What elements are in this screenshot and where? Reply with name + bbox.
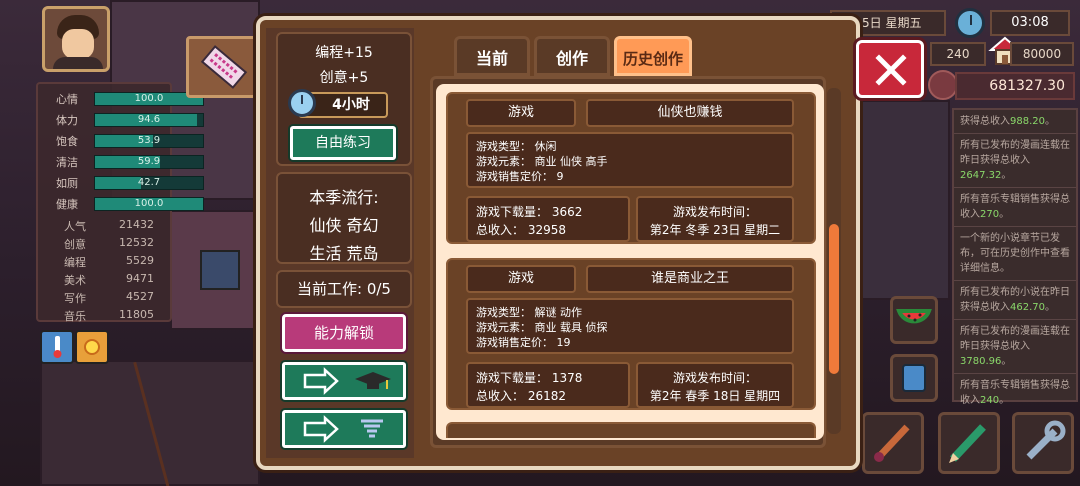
tornado-icon xyxy=(361,419,383,438)
tab-current[interactable]: 当前 xyxy=(454,36,530,76)
watermelon-icon[interactable] xyxy=(890,296,938,344)
travel-button[interactable] xyxy=(282,410,406,448)
stat-label: 饱食 xyxy=(56,135,78,148)
close-icon xyxy=(875,54,907,86)
stat-label: 心情 xyxy=(56,93,78,106)
study-button[interactable] xyxy=(282,362,406,400)
phone-icon[interactable] xyxy=(890,354,938,402)
event-log[interactable]: 获得总收入988.20。 所有已发布的漫画连载在昨日获得总收入2647.32。 … xyxy=(952,108,1078,406)
ability-unlock-button[interactable]: 能力解锁 xyxy=(282,314,406,352)
keyboard-tab[interactable] xyxy=(186,36,262,98)
graduation-cap-icon xyxy=(355,372,391,389)
log-entry: 所有已发布的小说在昨日获得总收入462.70。 xyxy=(954,281,1076,320)
close-button[interactable] xyxy=(856,40,924,98)
keyboard-icon xyxy=(200,45,248,89)
scrollbar-thumb[interactable] xyxy=(829,224,839,374)
stat-label: 体力 xyxy=(56,114,78,127)
brush-icon[interactable] xyxy=(862,412,924,474)
entry-details: 游戏类型： 休闲 游戏元素： 商业 仙侠 高手 游戏销售定价： 9 xyxy=(466,132,794,188)
player-avatar[interactable] xyxy=(42,6,110,72)
stat-bar-toilet: 如厕 42.7 xyxy=(38,174,204,192)
resource-counter-2: 80000 xyxy=(1010,42,1074,66)
gain-creativity: 创意+5 xyxy=(319,70,369,86)
thermometer-icon[interactable] xyxy=(40,330,74,364)
player-stats-panel: 心情 100.0 体力 94.6 饱食 53.9 清洁 59.9 如厕 42.7… xyxy=(36,82,204,323)
log-entry: 获得总收入988.20。 xyxy=(954,110,1076,134)
log-entry: 所有音乐专辑销售获得总收入240。 xyxy=(960,380,1070,406)
attr-art: 美术 9471 xyxy=(64,272,154,287)
entry-downloads: 游戏下载量： 1378 xyxy=(476,371,583,385)
attr-music: 音乐 11805 xyxy=(64,308,154,323)
trend-title: 本季流行: xyxy=(309,188,379,207)
free-practice-button[interactable]: 自由练习 xyxy=(290,126,396,160)
money-display: 681327.30 xyxy=(955,72,1075,100)
entry-sales: 游戏下载量： 1378 总收入： 26182 xyxy=(466,362,630,408)
stat-bar-health: 健康 100.0 xyxy=(38,195,204,213)
sun-icon[interactable] xyxy=(75,330,109,364)
attr-writing: 写作 4527 xyxy=(64,290,154,305)
attr-programming: 编程 5529 xyxy=(64,254,154,269)
pencil-icon[interactable] xyxy=(938,412,1000,474)
entry-type: 游戏类型： 休闲 xyxy=(476,140,557,153)
current-work-card: 当前工作: 0/5 xyxy=(276,270,412,308)
entry-category: 游戏 xyxy=(466,99,576,127)
entry-elements: 游戏元素： 商业 载具 侦探 xyxy=(476,321,608,334)
resource-counter-1: 240 xyxy=(930,42,986,66)
season-trend-card: 本季流行: 仙侠 奇幻 生活 荒岛 xyxy=(276,172,412,264)
gain-programming: 编程+15 xyxy=(315,45,373,61)
history-entry: 游戏 仙侠也赚钱 游戏类型： 休闲 游戏元素： 商业 仙侠 高手 游戏销售定价：… xyxy=(446,92,816,244)
stat-bar-cleanliness: 清洁 59.9 xyxy=(38,153,204,171)
arrow-right-icon xyxy=(303,367,339,395)
entry-income: 总收入： 32958 xyxy=(476,223,566,237)
entry-downloads: 游戏下载量： 3662 xyxy=(476,205,583,219)
log-entry: 所有音乐专辑销售获得总收入270。 xyxy=(954,188,1076,227)
history-entry-partial xyxy=(446,422,816,438)
background-window xyxy=(200,250,240,290)
log-entry: 一个新的小说章节已发布，可在历史创作中查看详细信息。 xyxy=(954,227,1076,281)
entry-price: 游戏销售定价： 19 xyxy=(476,336,571,349)
trend-line-1: 仙侠 奇幻 xyxy=(309,216,379,235)
entry-release-date: 第2年 冬季 23日 星期二 xyxy=(649,223,781,237)
stat-bar-mood: 心情 100.0 xyxy=(38,90,204,108)
stat-label: 健康 xyxy=(56,198,78,211)
stat-label: 如厕 xyxy=(56,177,78,190)
tab-creation[interactable]: 创作 xyxy=(534,36,610,76)
stat-value: 42.7 xyxy=(137,177,161,188)
entry-sales: 游戏下载量： 3662 总收入： 32958 xyxy=(466,196,630,242)
entry-elements: 游戏元素： 商业 仙侠 高手 xyxy=(476,155,608,168)
wrench-icon[interactable] xyxy=(1012,412,1074,474)
entry-release-date: 第2年 春季 18日 星期四 xyxy=(649,389,781,403)
entry-type: 游戏类型： 解谜 动作 xyxy=(476,306,582,319)
entry-income: 总收入： 26182 xyxy=(476,389,566,403)
arrow-right-icon xyxy=(303,415,339,443)
attr-popularity: 人气 21432 xyxy=(64,218,154,233)
stat-label: 清洁 xyxy=(56,156,78,169)
attr-creativity: 创意 12532 xyxy=(64,236,154,251)
stat-value: 94.6 xyxy=(137,114,161,125)
stat-value: 100.0 xyxy=(134,198,164,209)
log-entry: 所有已发布的漫画连载在昨日获得总收入3780.96。 xyxy=(954,320,1076,374)
entry-details: 游戏类型： 解谜 动作 游戏元素： 商业 载具 侦探 游戏销售定价： 19 xyxy=(466,298,794,354)
stat-bar-stamina: 体力 94.6 xyxy=(38,111,204,129)
entry-price: 游戏销售定价： 9 xyxy=(476,170,564,183)
entry-title: 谁是商业之王 xyxy=(586,265,794,293)
history-entry: 游戏 谁是商业之王 游戏类型： 解谜 动作 游戏元素： 商业 载具 侦探 游戏销… xyxy=(446,258,816,410)
time-display: 03:08 xyxy=(990,10,1070,36)
stopwatch-icon xyxy=(288,89,316,117)
trend-line-2: 生活 荒岛 xyxy=(309,244,379,263)
entry-category: 游戏 xyxy=(466,265,576,293)
entry-release-label: 游戏发布时间： xyxy=(672,205,757,219)
entry-release: 游戏发布时间： 第2年 冬季 23日 星期二 xyxy=(636,196,794,242)
entry-release-label: 游戏发布时间： xyxy=(672,371,757,385)
entry-title: 仙侠也赚钱 xyxy=(586,99,794,127)
stat-bar-hunger: 饱食 53.9 xyxy=(38,132,204,150)
tab-history[interactable]: 历史创作 xyxy=(614,36,692,76)
stat-value: 59.9 xyxy=(137,156,161,167)
entry-release: 游戏发布时间： 第2年 春季 18日 星期四 xyxy=(636,362,794,408)
coin-icon xyxy=(928,70,958,100)
log-entry: 所有已发布的漫画连载在昨日获得总收入2647.32。 xyxy=(954,134,1076,188)
background-building xyxy=(860,100,950,300)
stat-value: 53.9 xyxy=(137,135,161,146)
clock-icon xyxy=(955,8,985,38)
